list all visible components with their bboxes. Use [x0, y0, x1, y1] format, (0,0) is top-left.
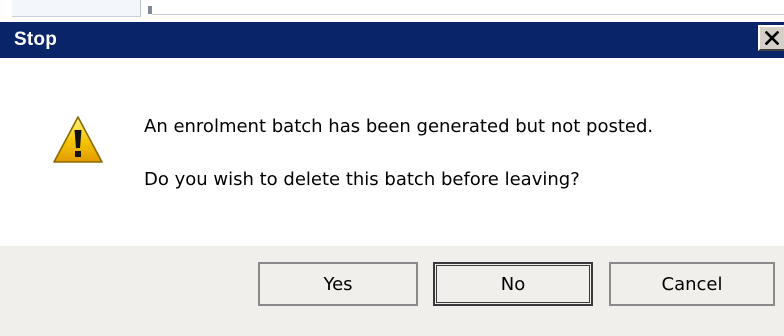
dialog-titlebar[interactable]: Stop [0, 22, 784, 58]
dialog-button-bar: Yes No Cancel [0, 246, 784, 336]
dialog-title: Stop [14, 29, 58, 50]
dialog-body: An enrolment batch has been generated bu… [0, 58, 784, 246]
warning-icon [53, 116, 103, 163]
message-line-2: Do you wish to delete this batch before … [144, 169, 580, 190]
message-line-1: An enrolment batch has been generated bu… [144, 116, 654, 137]
no-button[interactable]: No [433, 262, 593, 306]
background-divider [152, 14, 784, 15]
cancel-button[interactable]: Cancel [609, 262, 775, 306]
close-button[interactable] [758, 25, 784, 51]
close-icon [765, 31, 779, 45]
background-window [0, 0, 784, 22]
yes-button[interactable]: Yes [258, 262, 418, 306]
screen: Stop An enrolment batch has been generat… [0, 0, 784, 336]
background-tab [12, 0, 141, 17]
background-marker [148, 6, 152, 14]
